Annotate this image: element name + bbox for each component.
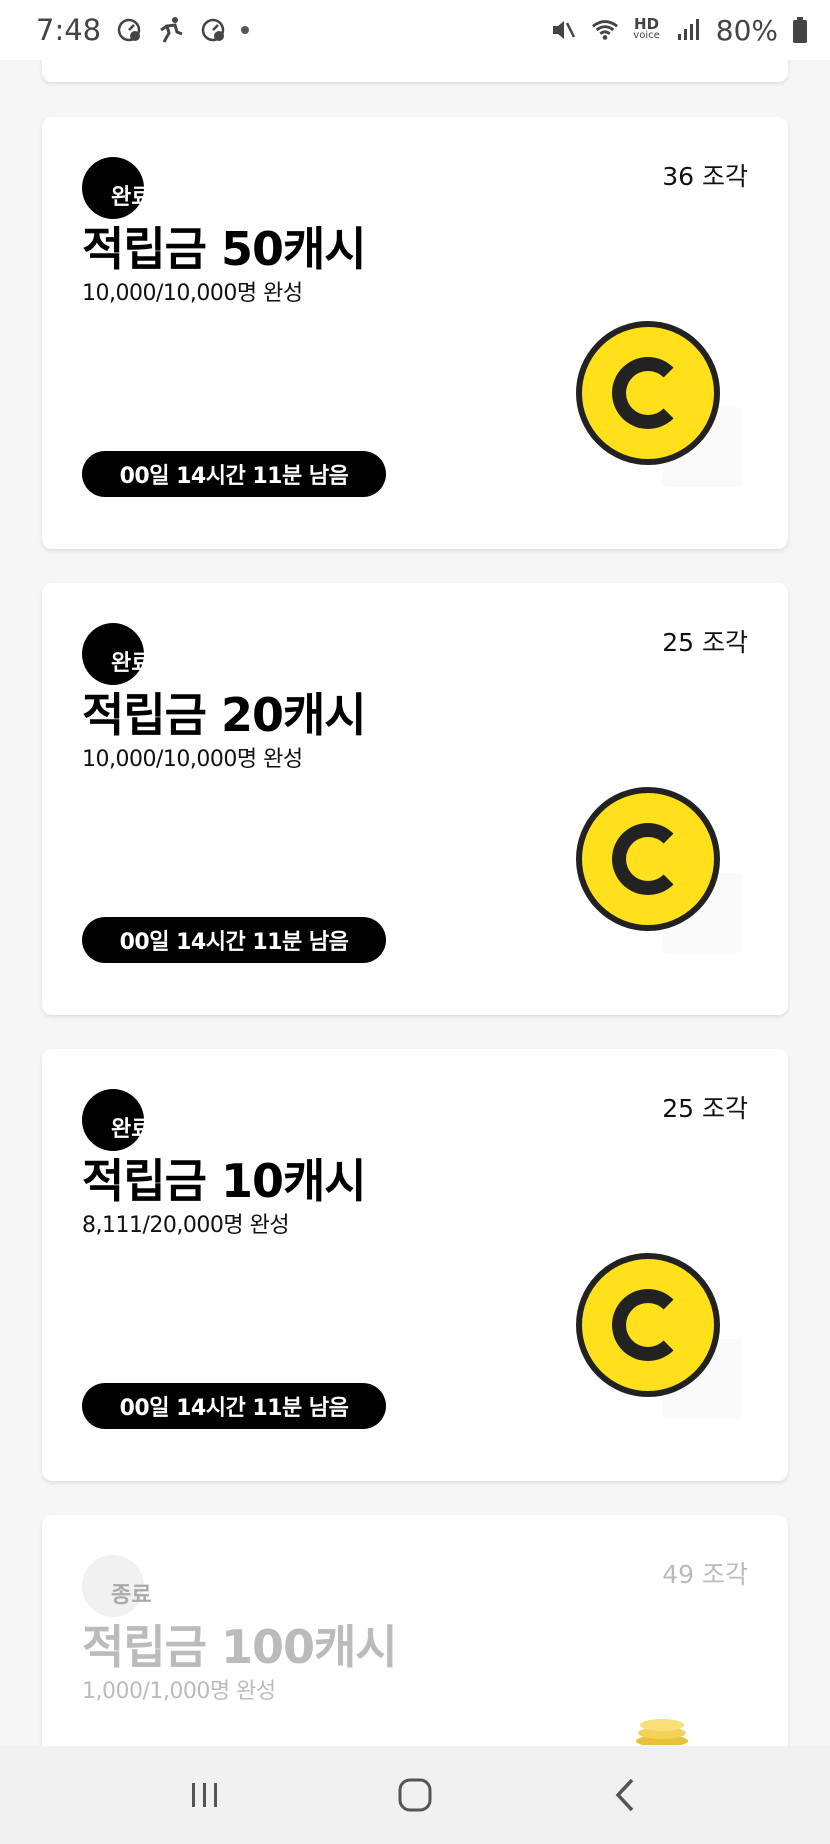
status-badge: 완료 <box>111 651 152 676</box>
signal-icon <box>674 16 702 44</box>
speedometer-icon-2 <box>199 16 227 44</box>
system-nav-bar <box>0 1746 830 1844</box>
c-letter-icon <box>612 823 684 895</box>
recents-icon <box>192 1783 217 1807</box>
c-letter-icon <box>612 1289 684 1361</box>
reward-card[interactable]: 완료 36 조각 적립금 50캐시 10,000/10,000명 완성 00일 … <box>42 117 788 549</box>
reward-title: 적립금 100캐시 <box>82 1620 398 1674</box>
reward-card-ended[interactable]: 종료 49 조각 적립금 100캐시 1,000/1,000명 완성 <box>42 1515 788 1746</box>
yellow-c-coin-icon <box>576 1253 720 1397</box>
reward-card[interactable]: 완료 25 조각 적립금 20캐시 10,000/10,000명 완성 00일 … <box>42 583 788 1015</box>
status-bar: 7:48 HD voice 80% <box>0 0 830 60</box>
time-remaining-pill: 00일 14시간 11분 남음 <box>82 451 386 497</box>
reward-card-partial[interactable] <box>42 60 788 82</box>
time-remaining-pill: 00일 14시간 11분 남음 <box>82 1383 386 1429</box>
hd-voice-indicator: HD voice <box>633 15 660 42</box>
battery-percent: 80% <box>715 13 778 47</box>
battery-icon <box>792 16 808 44</box>
hd-voice-label: HD <box>634 15 660 33</box>
mute-vibrate-icon <box>549 16 577 44</box>
reward-title: 적립금 20캐시 <box>82 688 367 742</box>
c-letter-icon <box>612 357 684 429</box>
status-badge: 완료 <box>111 1117 152 1142</box>
wifi-icon <box>591 16 619 44</box>
completion-count: 1,000/1,000명 완성 <box>82 1679 276 1704</box>
reward-feed[interactable]: 완료 36 조각 적립금 50캐시 10,000/10,000명 완성 00일 … <box>0 60 830 1746</box>
status-right: HD voice 80% <box>549 14 808 47</box>
home-icon <box>398 1778 432 1812</box>
notification-dot-icon <box>241 26 250 34</box>
status-left: 7:48 <box>36 13 250 47</box>
reward-card[interactable]: 완료 25 조각 적립금 10캐시 8,111/20,000명 완성 00일 1… <box>42 1049 788 1481</box>
yellow-c-coin-icon <box>576 321 720 465</box>
completion-count: 10,000/10,000명 완성 <box>82 281 303 306</box>
home-button[interactable] <box>385 1765 445 1825</box>
reward-title: 적립금 10캐시 <box>82 1154 367 1208</box>
pieces-count: 25 조각 <box>662 628 748 657</box>
status-badge: 완료 <box>111 185 152 210</box>
pieces-count: 36 조각 <box>662 162 748 191</box>
status-badge: 종료 <box>111 1583 152 1608</box>
yellow-c-coin-icon <box>576 787 720 931</box>
pieces-count: 25 조각 <box>662 1094 748 1123</box>
reward-title: 적립금 50캐시 <box>82 222 367 276</box>
back-button[interactable] <box>595 1765 655 1825</box>
back-icon <box>615 1778 634 1812</box>
completion-count: 8,111/20,000명 완성 <box>82 1213 290 1238</box>
gold-coins-icon <box>636 1719 688 1745</box>
runner-icon <box>157 16 185 44</box>
speedometer-icon <box>115 16 143 44</box>
completion-count: 10,000/10,000명 완성 <box>82 747 303 772</box>
status-time: 7:48 <box>36 13 102 47</box>
pieces-count: 49 조각 <box>662 1560 748 1589</box>
time-remaining-pill: 00일 14시간 11분 남음 <box>82 917 386 963</box>
recents-button[interactable] <box>175 1765 235 1825</box>
hd-voice-sub-label: voice <box>633 30 660 41</box>
